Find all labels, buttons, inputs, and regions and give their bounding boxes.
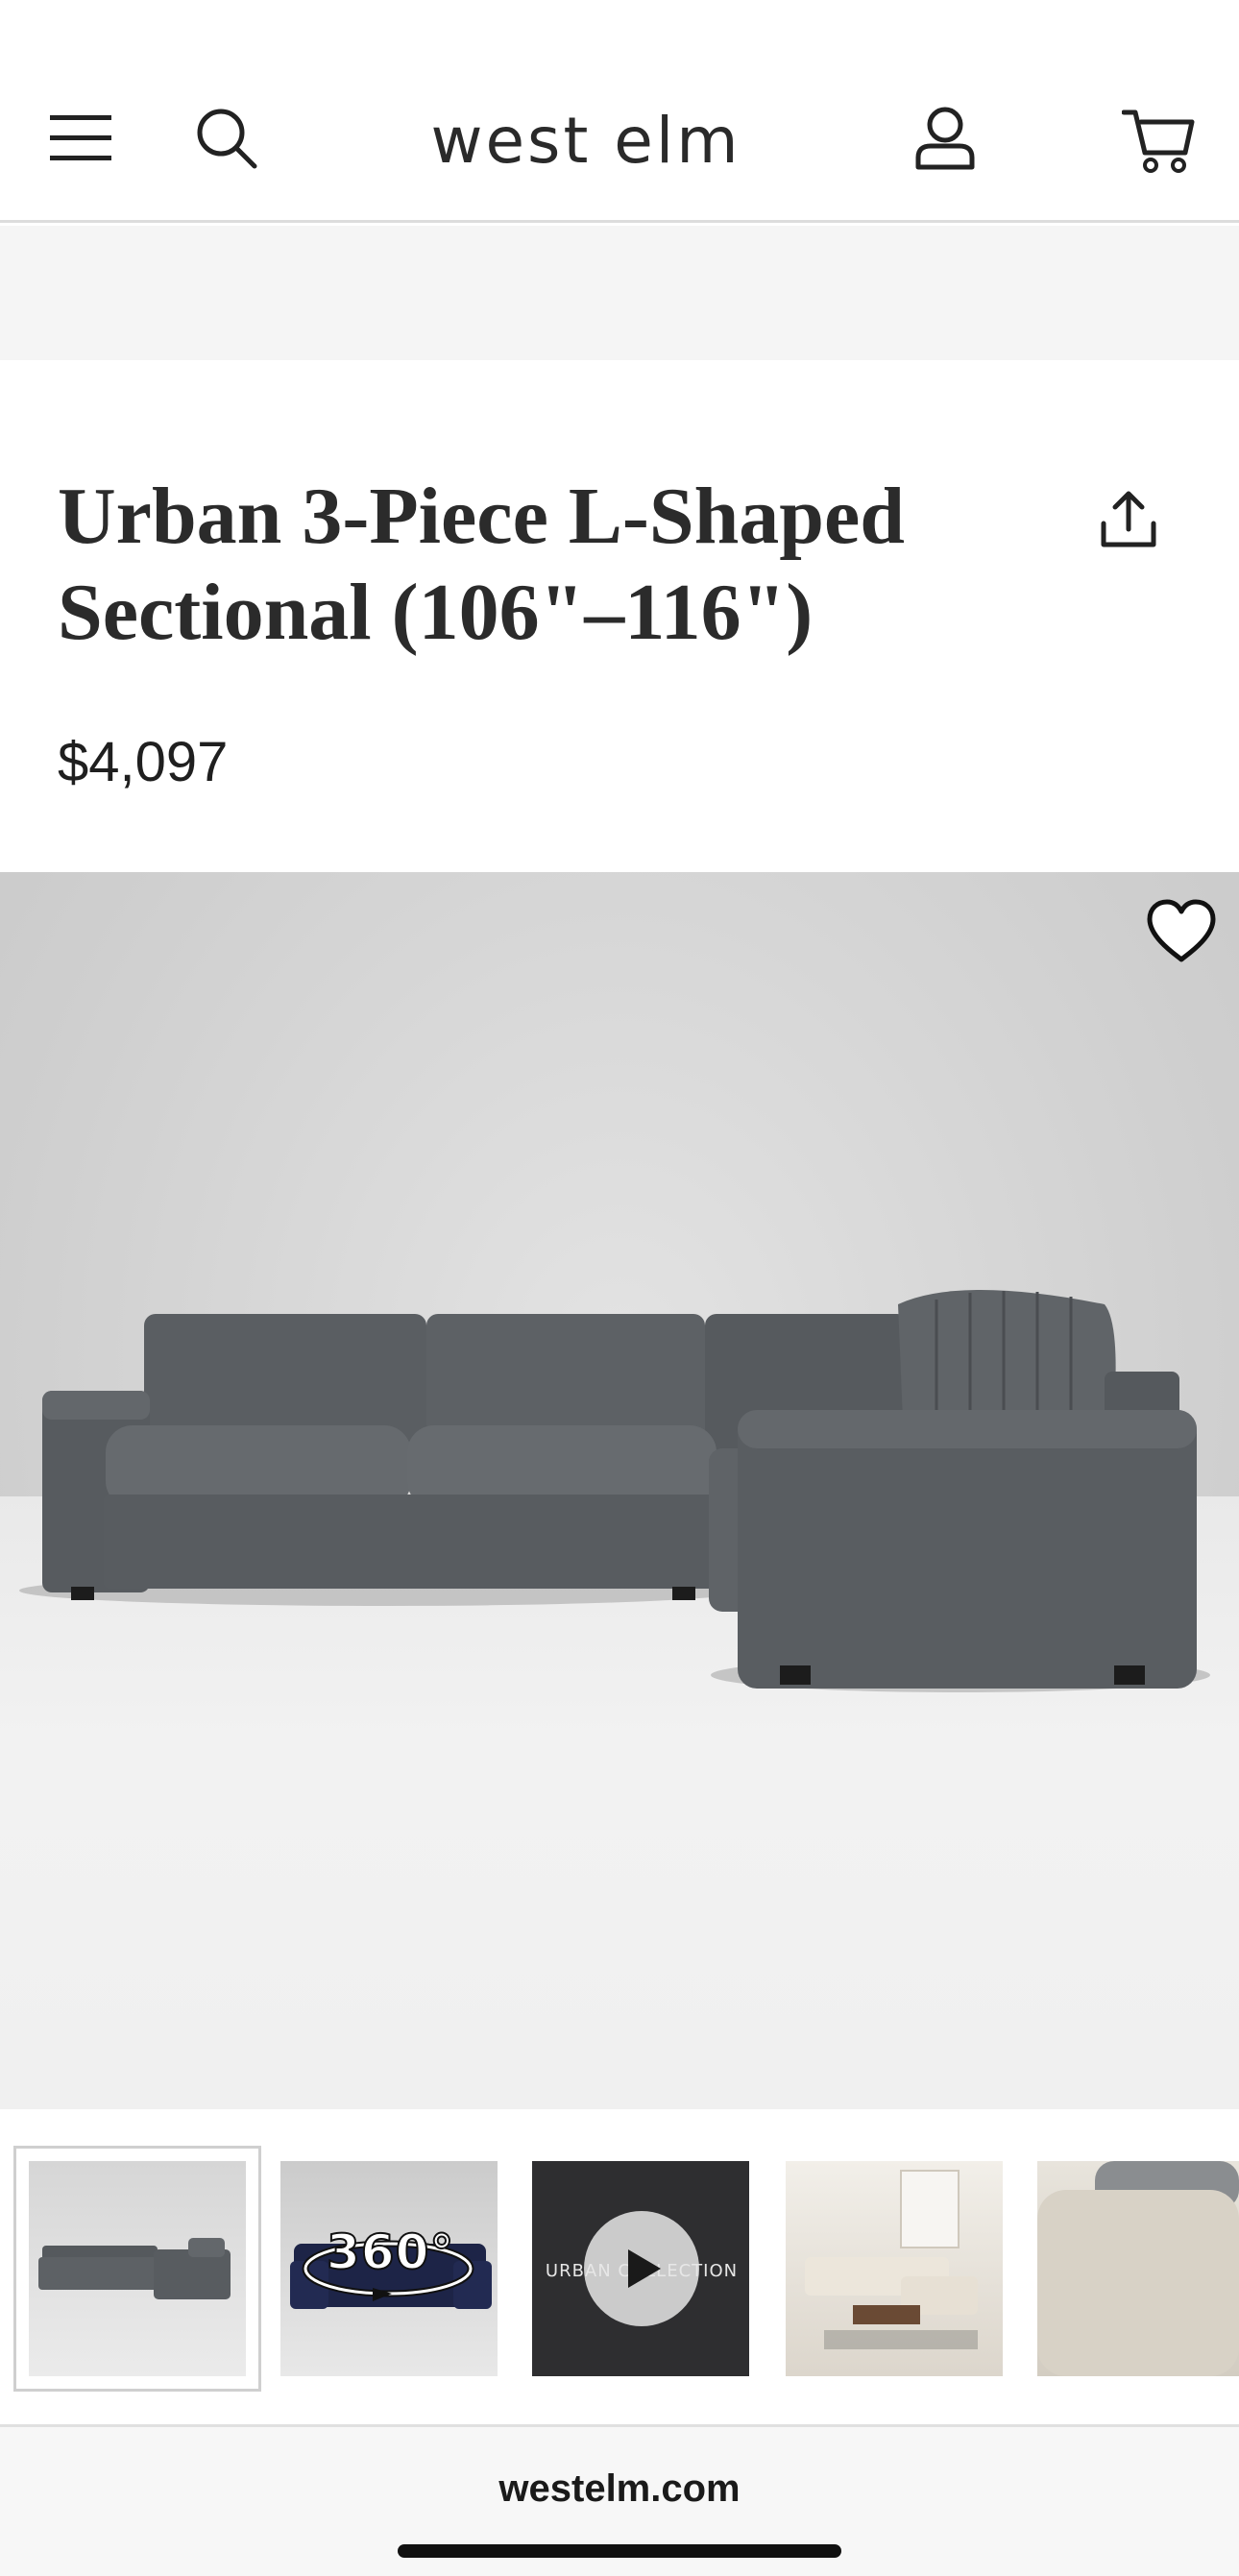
heart-icon: [1147, 899, 1216, 962]
thumbnail-video[interactable]: URBAN COLLECTION: [532, 2161, 749, 2376]
play-icon: [628, 2249, 661, 2288]
thumbnail-carousel: 360° URBAN COLLECTION: [0, 2109, 1239, 2426]
thumbnail-fabric-detail[interactable]: [1037, 2161, 1239, 2376]
thumbnail-room-scene[interactable]: [786, 2161, 1003, 2376]
product-title-line2: Sectional (106"–116"): [58, 568, 814, 657]
account-button[interactable]: [907, 100, 984, 177]
browser-url[interactable]: westelm.com: [0, 2467, 1239, 2511]
search-icon: [197, 109, 257, 169]
product-hero-image[interactable]: [0, 872, 1239, 2109]
living-room-image: [805, 2170, 978, 2349]
thumbnail-360-label: 360°: [326, 2224, 455, 2281]
product-title-line1: Urban 3-Piece L-Shaped: [58, 472, 905, 561]
menu-button[interactable]: [42, 100, 119, 177]
home-indicator[interactable]: [398, 2544, 841, 2558]
site-header: west elm: [0, 0, 1239, 223]
play-button[interactable]: [584, 2211, 699, 2326]
product-title: Urban 3-Piece L-Shaped Sectional (106"–1…: [58, 469, 1018, 661]
hamburger-menu-icon: [50, 115, 111, 160]
fabric-detail-image: [1037, 2161, 1239, 2376]
browser-url-bar[interactable]: westelm.com: [0, 2427, 1239, 2576]
thumbnail-1[interactable]: [29, 2161, 246, 2376]
promo-banner: [0, 226, 1239, 360]
search-button[interactable]: [188, 100, 265, 177]
site-logo[interactable]: west elm: [384, 100, 788, 182]
sofa-thumbnail-image: [38, 2238, 231, 2299]
share-button[interactable]: [1089, 480, 1168, 559]
share-icon: [1101, 491, 1156, 547]
thumbnail-360[interactable]: 360°: [280, 2161, 498, 2376]
account-icon: [915, 107, 975, 170]
sectional-sofa-image: [19, 1290, 1210, 1692]
cart-icon: [1122, 109, 1195, 173]
product-price: $4,097: [58, 731, 229, 793]
wishlist-button[interactable]: [1137, 887, 1226, 976]
cart-button[interactable]: [1118, 100, 1199, 181]
